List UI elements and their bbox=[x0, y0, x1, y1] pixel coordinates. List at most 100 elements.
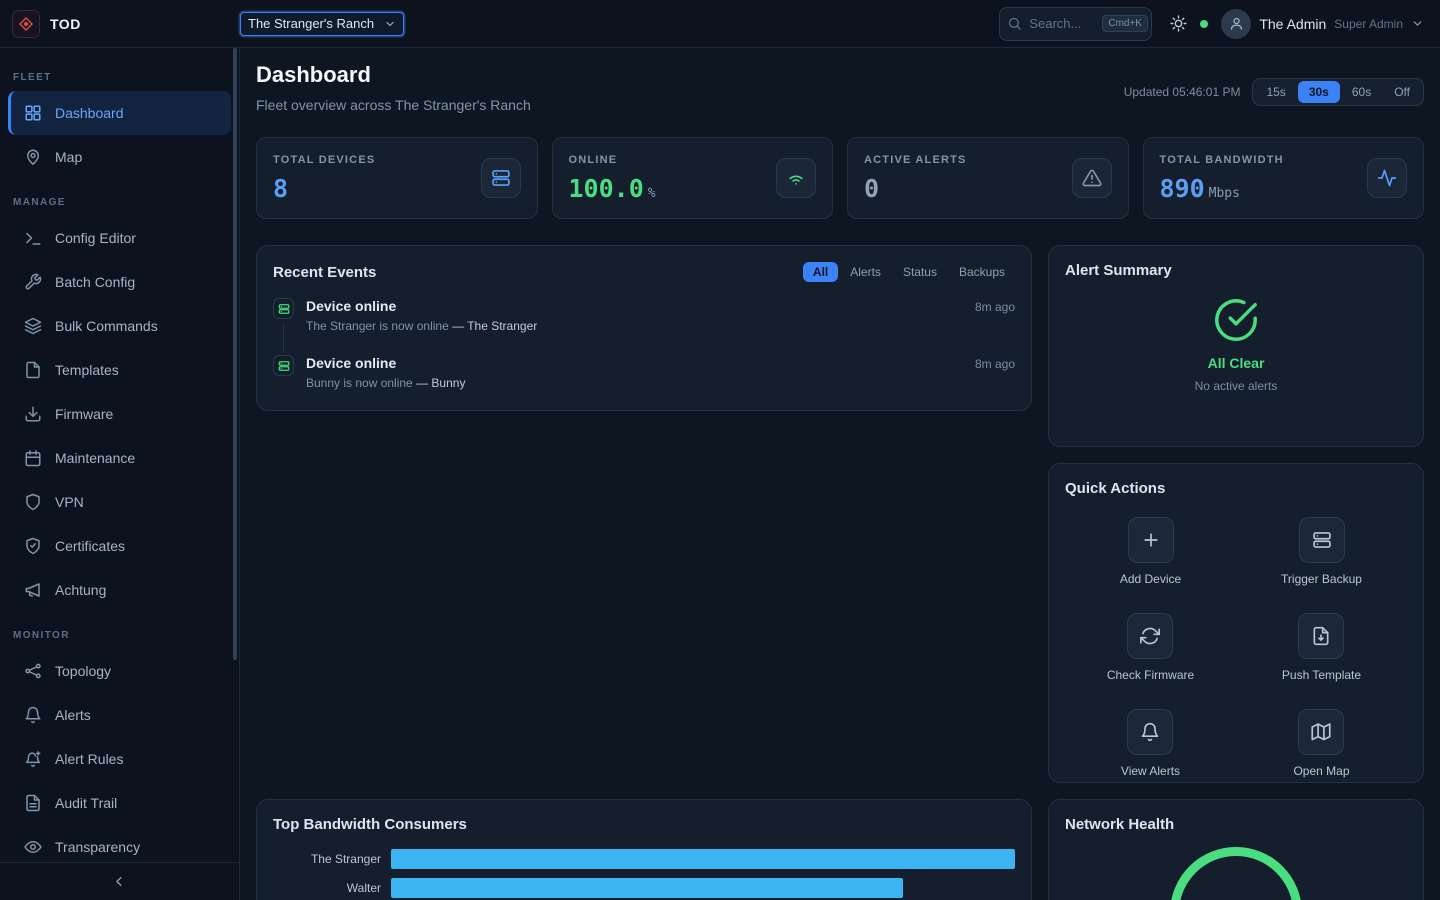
stat-value: 0 bbox=[864, 174, 967, 203]
event-title: Device online bbox=[306, 298, 396, 314]
sidebar-item-firmware[interactable]: Firmware bbox=[0, 392, 239, 436]
sidebar-collapse-button[interactable] bbox=[0, 862, 239, 900]
avatar bbox=[1221, 9, 1251, 39]
quick-action-push-template[interactable]: Push Template bbox=[1282, 613, 1361, 682]
user-menu[interactable]: The Admin Super Admin bbox=[1221, 9, 1424, 39]
sidebar-item-achtung[interactable]: Achtung bbox=[0, 568, 239, 612]
sidebar-item-label: Alert Rules bbox=[55, 751, 123, 767]
quick-action-label: Push Template bbox=[1282, 668, 1361, 682]
recent-events-panel: Recent Events All Alerts Status Backups bbox=[256, 245, 1032, 411]
refresh-option-30s[interactable]: 30s bbox=[1298, 81, 1340, 103]
ranch-selector[interactable]: The Stranger's Ranch bbox=[240, 12, 404, 36]
refresh-icon bbox=[1127, 613, 1173, 659]
refresh-interval-control: 15s 30s 60s Off bbox=[1252, 78, 1424, 106]
bandwidth-bar bbox=[391, 878, 903, 898]
event-time: 8m ago bbox=[975, 357, 1015, 371]
shield-check-icon bbox=[24, 537, 42, 555]
refresh-option-off[interactable]: Off bbox=[1383, 81, 1421, 103]
quick-action-trigger-backup[interactable]: Trigger Backup bbox=[1281, 517, 1362, 586]
quick-action-label: Open Map bbox=[1293, 764, 1349, 778]
map-icon bbox=[1298, 709, 1344, 755]
user-name: The Admin bbox=[1259, 16, 1326, 32]
app-logo bbox=[12, 10, 40, 38]
bandwidth-device-label: Walter bbox=[273, 881, 391, 895]
sidebar-item-batch-config[interactable]: Batch Config bbox=[0, 260, 239, 304]
stat-unit: Mbps bbox=[1209, 186, 1240, 201]
event-description: The Stranger is now online bbox=[306, 319, 449, 333]
sidebar-item-topology[interactable]: Topology bbox=[0, 649, 239, 693]
bandwidth-row: The Stranger bbox=[273, 849, 1015, 869]
sidebar-item-alert-rules[interactable]: Alert Rules bbox=[0, 737, 239, 781]
wifi-icon bbox=[776, 158, 816, 198]
refresh-option-60s[interactable]: 60s bbox=[1341, 81, 1382, 103]
main-content: Dashboard Fleet overview across The Stra… bbox=[240, 48, 1440, 900]
stat-card-total-devices: TOTAL DEVICES 8 bbox=[256, 137, 538, 219]
sidebar-item-label: VPN bbox=[55, 494, 84, 510]
quick-action-label: View Alerts bbox=[1121, 764, 1180, 778]
sidebar-item-label: Dashboard bbox=[55, 105, 124, 121]
sidebar-item-map[interactable]: Map bbox=[0, 135, 239, 179]
nav-section-fleet: FLEET Dashboard Map bbox=[0, 72, 239, 179]
chevron-down-icon bbox=[384, 18, 396, 30]
user-role: Super Admin bbox=[1334, 17, 1403, 31]
search-box[interactable]: Cmd+K bbox=[999, 7, 1152, 41]
connection-status-dot bbox=[1200, 20, 1208, 28]
panel-title: Top Bandwidth Consumers bbox=[273, 816, 1015, 833]
quick-action-check-firmware[interactable]: Check Firmware bbox=[1107, 613, 1194, 682]
filter-status[interactable]: Status bbox=[893, 262, 947, 282]
sidebar-scrollbar[interactable] bbox=[233, 48, 237, 660]
plus-icon bbox=[1128, 517, 1174, 563]
filter-alerts[interactable]: Alerts bbox=[840, 262, 891, 282]
search-input[interactable] bbox=[1029, 16, 1095, 31]
sidebar-item-dashboard[interactable]: Dashboard bbox=[8, 91, 231, 135]
stat-card-total-bandwidth: TOTAL BANDWIDTH 890Mbps bbox=[1143, 137, 1425, 219]
quick-actions-panel: Quick Actions Add Device Tri bbox=[1048, 463, 1424, 783]
diamond-logo-icon bbox=[18, 16, 34, 32]
sidebar-item-label: Transparency bbox=[55, 839, 140, 855]
filter-backups[interactable]: Backups bbox=[949, 262, 1015, 282]
quick-action-label: Add Device bbox=[1120, 572, 1181, 586]
network-health-panel: Network Health bbox=[1048, 799, 1424, 900]
stats-row: TOTAL DEVICES 8 ONLINE 100.0% bbox=[256, 137, 1424, 219]
page-title: Dashboard bbox=[256, 62, 531, 88]
quick-action-label: Trigger Backup bbox=[1281, 572, 1362, 586]
refresh-option-15s[interactable]: 15s bbox=[1255, 81, 1296, 103]
sidebar-item-templates[interactable]: Templates bbox=[0, 348, 239, 392]
alert-status-text: All Clear bbox=[1208, 355, 1265, 371]
sidebar-item-audit-trail[interactable]: Audit Trail bbox=[0, 781, 239, 825]
warning-triangle-icon bbox=[1072, 158, 1112, 198]
panel-title: Recent Events bbox=[273, 264, 376, 281]
section-label: MANAGE bbox=[0, 197, 239, 208]
quick-action-view-alerts[interactable]: View Alerts bbox=[1121, 709, 1180, 778]
activity-icon bbox=[1367, 158, 1407, 198]
sidebar-item-label: Batch Config bbox=[55, 274, 135, 290]
updated-timestamp: Updated 05:46:01 PM bbox=[1124, 85, 1241, 99]
sidebar-item-label: Bulk Commands bbox=[55, 318, 158, 334]
bell-icon bbox=[24, 706, 42, 724]
stat-value: 890 bbox=[1160, 174, 1205, 203]
check-circle-icon bbox=[1213, 297, 1259, 343]
sidebar-item-alerts[interactable]: Alerts bbox=[0, 693, 239, 737]
sidebar-item-certificates[interactable]: Certificates bbox=[0, 524, 239, 568]
sidebar-item-config-editor[interactable]: Config Editor bbox=[0, 216, 239, 260]
nav-section-manage: MANAGE Config Editor Batch Config Bulk C… bbox=[0, 197, 239, 612]
stat-unit: % bbox=[648, 186, 656, 201]
theme-toggle-sun-icon[interactable] bbox=[1170, 15, 1187, 32]
megaphone-icon bbox=[24, 581, 42, 599]
chevron-down-icon bbox=[1411, 17, 1424, 30]
quick-action-open-map[interactable]: Open Map bbox=[1293, 709, 1349, 778]
filter-all[interactable]: All bbox=[803, 262, 838, 282]
search-shortcut-badge: Cmd+K bbox=[1102, 15, 1148, 32]
stat-label: ACTIVE ALERTS bbox=[864, 154, 967, 166]
sidebar-item-maintenance[interactable]: Maintenance bbox=[0, 436, 239, 480]
quick-action-add-device[interactable]: Add Device bbox=[1120, 517, 1181, 586]
alert-summary-panel: Alert Summary All Clear No active alerts bbox=[1048, 245, 1424, 447]
sidebar-item-label: Config Editor bbox=[55, 230, 136, 246]
bell-icon bbox=[1127, 709, 1173, 755]
sidebar-item-vpn[interactable]: VPN bbox=[0, 480, 239, 524]
event-device: — The Stranger bbox=[452, 319, 537, 333]
sidebar-item-bulk-commands[interactable]: Bulk Commands bbox=[0, 304, 239, 348]
sidebar-item-label: Map bbox=[55, 149, 82, 165]
search-icon bbox=[1007, 16, 1022, 31]
sidebar-item-label: Audit Trail bbox=[55, 795, 117, 811]
